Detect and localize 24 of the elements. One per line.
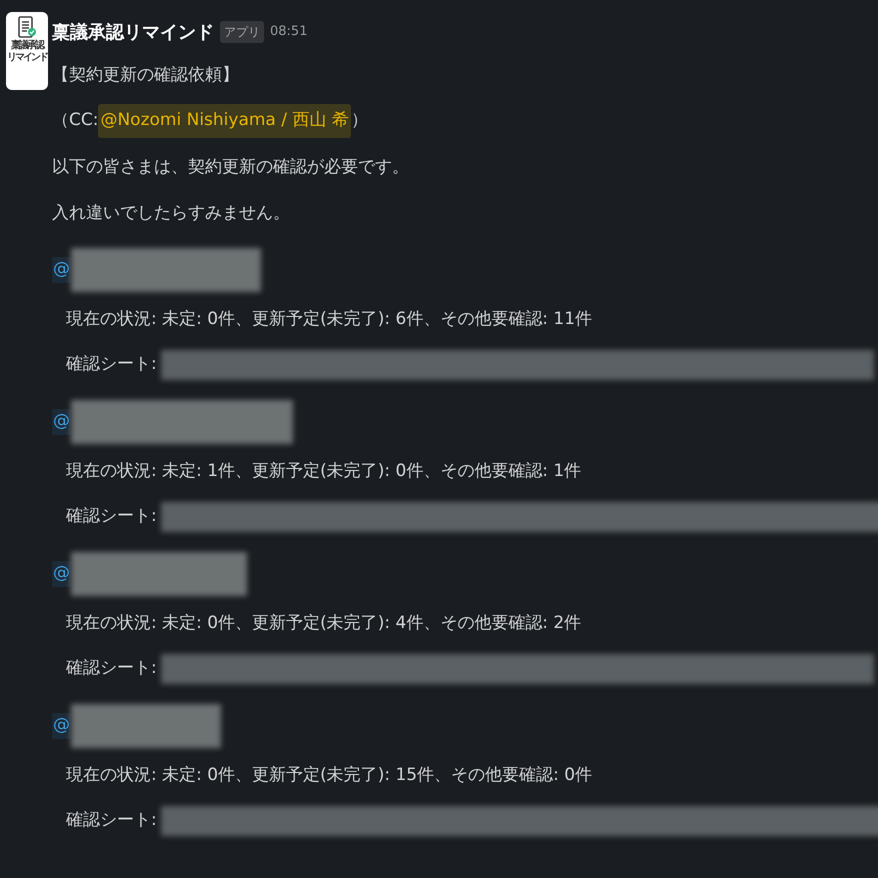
app-badge: アプリ: [220, 21, 264, 43]
avatar-text: リマインド: [7, 52, 47, 64]
sheet-label: 確認シート:: [66, 353, 157, 376]
avatar-text: 稟議承認: [11, 40, 43, 52]
user-mention[interactable]: @Nozomi Nishiyama / 西山 希: [98, 104, 351, 138]
cc-label: （CC:: [52, 109, 98, 132]
sheet-label: 確認シート:: [66, 505, 157, 528]
status-text: 現在の状況: 未定: 0件、更新予定(未完了): 15件、その他要確認: 0件: [65, 764, 594, 787]
document-check-icon: [17, 16, 37, 40]
message-text: 入れ違いでしたらすみません。: [52, 202, 291, 225]
message-title: 【契約更新の確認依頼】: [52, 64, 240, 87]
sheet-label: 確認シート:: [66, 657, 157, 680]
status-text: 現在の状況: 未定: 1件、更新予定(未完了): 0件、その他要確認: 1件: [65, 460, 582, 483]
message-text: 以下の皆さまは、契約更新の確認が必要です。: [52, 156, 410, 179]
mention-at-sign: @: [52, 257, 71, 283]
status-text: 現在の状況: 未定: 0件、更新予定(未完了): 6件、その他要確認: 11件: [65, 308, 594, 331]
mention-at-sign: @: [52, 713, 71, 739]
sender-name: 稟議承認リマインド: [52, 20, 214, 44]
mention-at-sign: @: [52, 561, 71, 587]
mention-at-sign: @: [52, 409, 71, 435]
cc-label-end: ）: [350, 109, 368, 132]
sheet-label: 確認シート:: [66, 809, 157, 832]
status-text: 現在の状況: 未定: 0件、更新予定(未完了): 4件、その他要確認: 2件: [65, 612, 582, 635]
timestamp: 08:51: [270, 23, 308, 42]
